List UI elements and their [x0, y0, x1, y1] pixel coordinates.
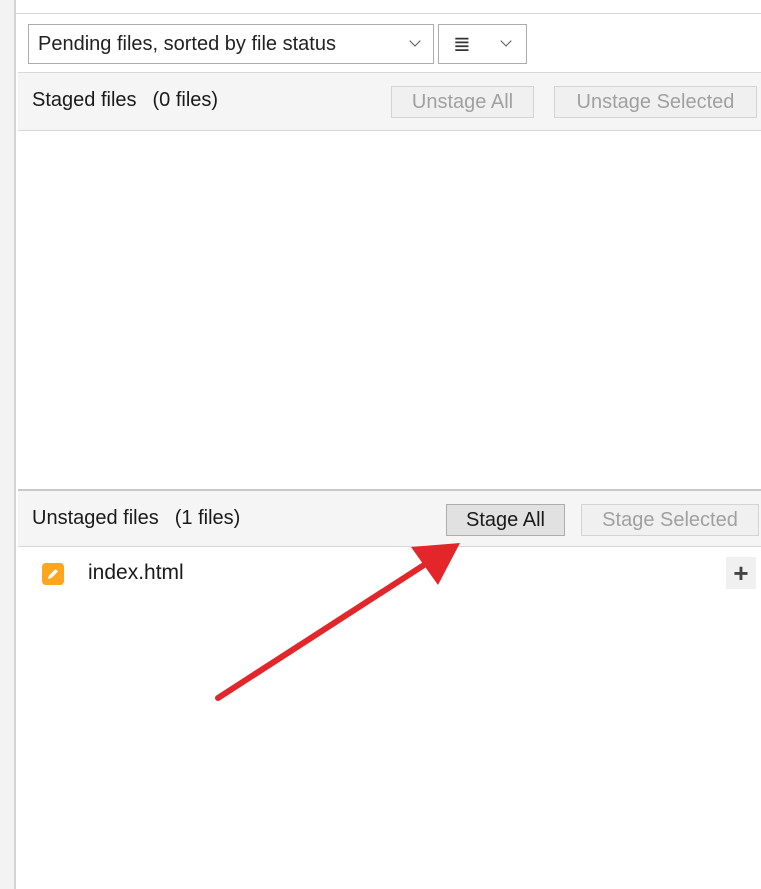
stage-selected-button[interactable]: Stage Selected	[581, 504, 759, 536]
unstaged-files-list[interactable]: index.html +	[18, 547, 761, 889]
chevron-down-icon	[409, 35, 421, 47]
unstage-selected-button[interactable]: Unstage Selected	[554, 86, 757, 118]
staged-files-label: Staged files	[32, 89, 137, 111]
toolbar: Pending files, sorted by file status ≣	[18, 14, 761, 73]
view-mode-dropdown[interactable]: ≣	[438, 24, 527, 64]
file-filter-dropdown[interactable]: Pending files, sorted by file status	[28, 24, 434, 64]
stage-all-button[interactable]: Stage All	[446, 504, 565, 536]
staged-files-title: Staged files (0 files)	[32, 89, 218, 112]
unstaged-files-count: (1 files)	[174, 507, 241, 529]
file-name: index.html	[88, 561, 184, 584]
stage-file-plus-button[interactable]: +	[726, 557, 756, 589]
list-icon: ≣	[453, 32, 471, 56]
modified-file-icon	[42, 563, 64, 585]
top-strip	[16, 0, 761, 14]
chevron-down-icon	[500, 35, 512, 47]
unstage-all-button[interactable]: Unstage All	[391, 86, 534, 118]
staged-files-header: Staged files (0 files) Unstage All Unstag…	[18, 73, 761, 131]
staged-files-count: (0 files)	[152, 89, 219, 111]
staged-files-list[interactable]	[18, 131, 761, 487]
left-pane-edge	[0, 0, 16, 889]
file-row[interactable]: index.html +	[18, 557, 761, 593]
unstaged-files-label: Unstaged files	[32, 507, 159, 529]
file-filter-label: Pending files, sorted by file status	[38, 32, 336, 55]
unstaged-files-title: Unstaged files (1 files)	[32, 507, 240, 530]
unstaged-files-header: Unstaged files (1 files) Stage All Stage …	[18, 489, 761, 547]
